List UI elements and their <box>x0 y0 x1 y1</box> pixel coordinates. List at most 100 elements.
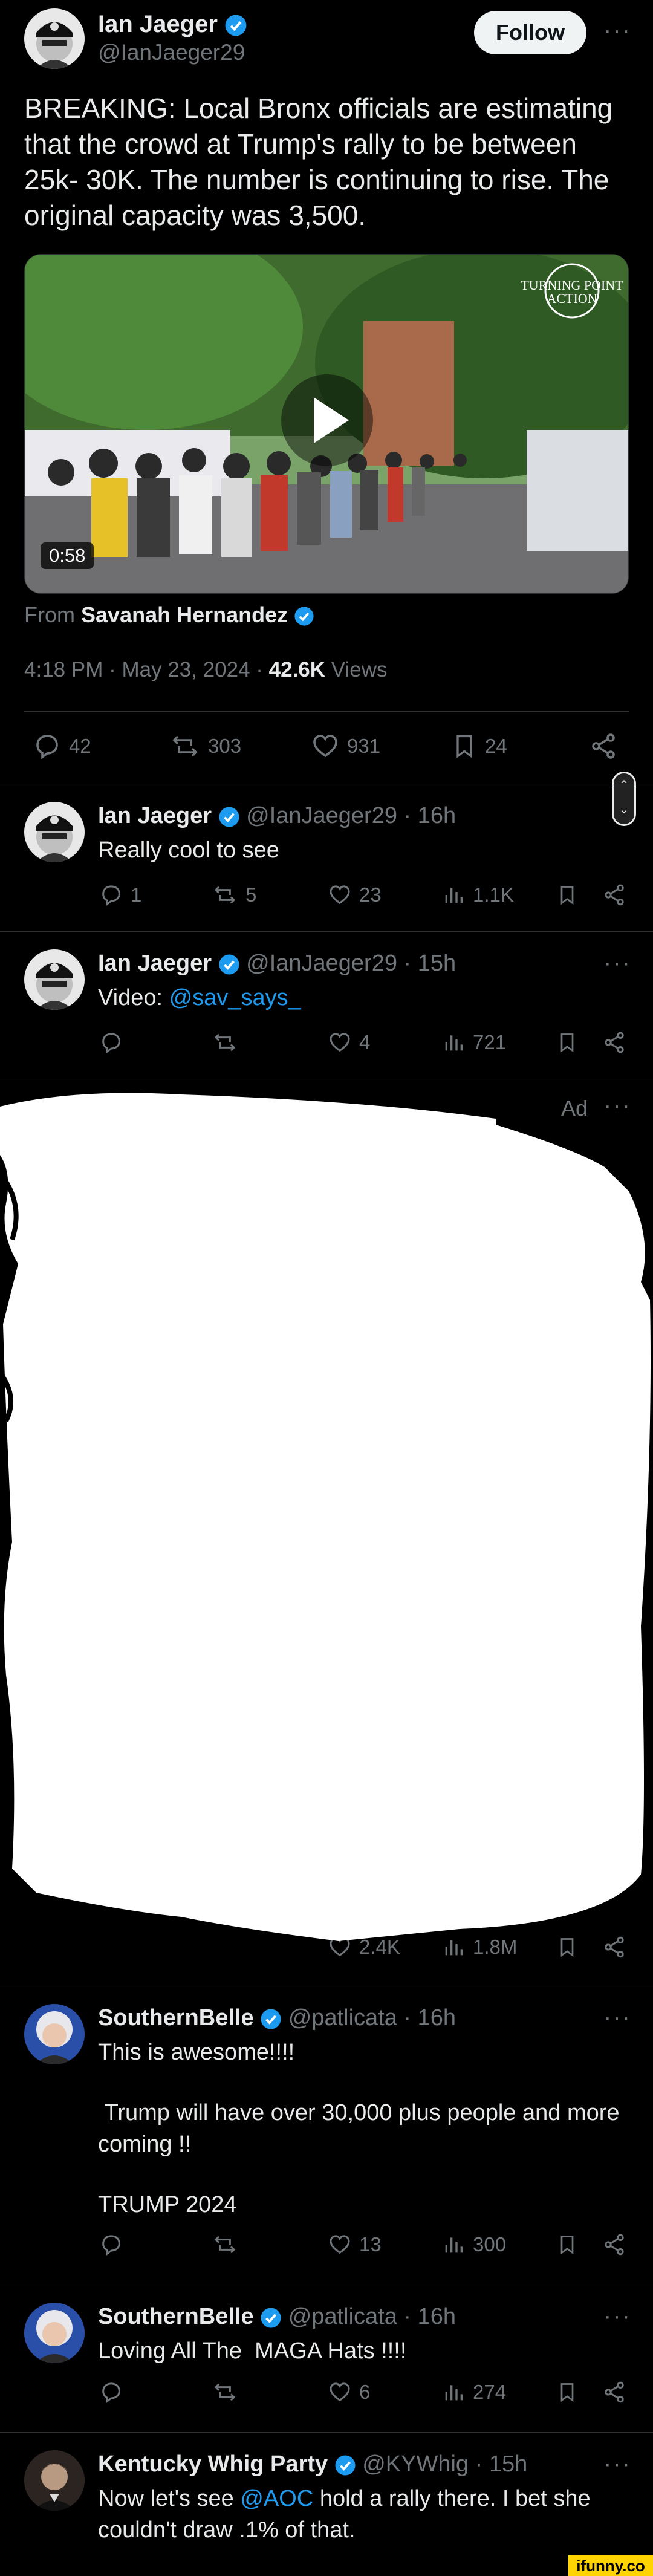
more-options-icon[interactable]: ··· <box>603 2004 631 2031</box>
bookmark-button[interactable] <box>556 2380 578 2404</box>
repost-count: 5 <box>245 883 257 906</box>
share-button[interactable] <box>602 1030 626 1055</box>
verified-badge-icon <box>261 2308 281 2328</box>
views-button[interactable]: 300 <box>441 2233 506 2257</box>
divider <box>0 931 653 932</box>
handle-time[interactable]: @IanJaeger29 · 15h <box>246 951 456 976</box>
author-handle[interactable]: @IanJaeger29 <box>98 40 245 65</box>
more-options-icon[interactable]: ··· <box>603 2303 631 2330</box>
reply-action-bar: 4 721 <box>0 1030 653 1067</box>
share-button[interactable] <box>602 2233 626 2257</box>
avatar[interactable] <box>24 802 85 862</box>
share-button[interactable] <box>602 2380 626 2404</box>
bookmark-button[interactable] <box>556 883 578 907</box>
reply-button[interactable] <box>99 1030 123 1055</box>
handle-time[interactable]: @IanJaeger29 · 16h <box>246 803 456 828</box>
repost-icon <box>214 2383 236 2401</box>
author-name-text[interactable]: Ian Jaeger <box>98 11 218 37</box>
video-thumbnail <box>25 255 628 593</box>
avatar-image <box>24 2450 85 2511</box>
more-options-icon[interactable]: ··· <box>603 2450 631 2477</box>
views-count: 1.1K <box>473 883 514 906</box>
reply-button[interactable]: 42 <box>33 732 91 761</box>
share-icon <box>592 733 615 759</box>
views-button[interactable]: 1.1K <box>441 883 514 907</box>
more-options-icon[interactable]: ··· <box>603 17 631 44</box>
reply-icon <box>36 735 58 759</box>
views-count: 300 <box>473 2233 507 2256</box>
handle-time[interactable]: @patlicata · 16h <box>288 2304 456 2329</box>
views-button[interactable]: 274 <box>441 2380 506 2404</box>
views-button[interactable]: 721 <box>441 1030 506 1055</box>
handle-time[interactable]: @KYWhig · 15h <box>362 2451 527 2477</box>
reply-text-prefix: Now let's see <box>98 2486 241 2511</box>
reply-icon <box>102 885 120 906</box>
avatar-image <box>24 2303 85 2363</box>
avatar[interactable] <box>24 8 85 69</box>
heart-icon <box>330 885 350 905</box>
verified-badge-icon <box>219 807 239 827</box>
author-name[interactable]: SouthernBelle <box>98 2005 254 2031</box>
follow-button[interactable]: Follow <box>474 11 586 54</box>
author-name[interactable]: Kentucky Whig Party <box>98 2451 328 2477</box>
avatar-image <box>24 2004 85 2064</box>
repost-button[interactable]: 303 <box>169 732 241 761</box>
repost-button[interactable]: 5 <box>212 883 256 907</box>
mention-link[interactable]: @AOC <box>240 2486 313 2511</box>
verified-badge-icon <box>261 2009 281 2029</box>
verified-badge-icon <box>225 15 247 36</box>
share-button[interactable] <box>602 883 626 907</box>
author-name[interactable]: Ian Jaeger <box>98 11 247 38</box>
views-count: 721 <box>473 1031 507 1053</box>
video-watermark: TURNING POINT ACTION <box>521 278 623 306</box>
avatar-image <box>24 802 85 862</box>
verified-badge-icon <box>219 954 239 975</box>
author-name[interactable]: Ian Jaeger <box>98 803 212 828</box>
reply-button[interactable] <box>99 2233 123 2257</box>
like-button[interactable]: 931 <box>311 732 380 761</box>
reply-button[interactable] <box>99 2380 123 2404</box>
bookmark-button[interactable]: 24 <box>451 732 507 761</box>
bookmark-button[interactable] <box>556 2233 578 2257</box>
like-button[interactable]: 6 <box>328 2380 370 2404</box>
views-chart-icon <box>445 2385 463 2401</box>
heart-icon <box>330 2235 350 2254</box>
repost-button[interactable] <box>212 2233 238 2257</box>
reply-header: Ian Jaeger @IanJaeger29 · 15h <box>98 951 456 977</box>
heart-icon <box>313 735 337 758</box>
video-player[interactable]: TURNING POINT ACTION 0:58 <box>24 254 629 594</box>
reply-text-prefix: Video: <box>98 985 169 1010</box>
author-name[interactable]: SouthernBelle <box>98 2304 254 2329</box>
verified-badge-icon <box>335 2455 356 2476</box>
views-label: Views <box>325 658 388 681</box>
handle-time[interactable]: @patlicata · 16h <box>288 2005 456 2031</box>
divider <box>24 711 629 712</box>
bookmark-icon <box>560 1033 574 1053</box>
timestamp-text[interactable]: 4:18 PM · May 23, 2024 · <box>24 658 269 681</box>
mention-link[interactable]: @sav_says_ <box>169 985 301 1010</box>
avatar[interactable] <box>24 2450 85 2511</box>
avatar[interactable] <box>24 949 85 1010</box>
reply-button[interactable]: 1 <box>99 883 141 907</box>
share-icon <box>605 1032 624 1053</box>
scroll-handle[interactable]: ⌃ ⌄ <box>612 772 636 826</box>
reply-text: Really cool to see <box>98 838 279 863</box>
reply-header: SouthernBelle @patlicata · 16h <box>98 2304 456 2330</box>
repost-button[interactable] <box>212 1030 238 1055</box>
like-count: 6 <box>359 2381 371 2403</box>
like-button[interactable]: 4 <box>328 1030 370 1055</box>
like-button[interactable]: 23 <box>328 883 382 907</box>
reply-text-line: Trump will have over 30,000 plus people … <box>98 2100 626 2157</box>
more-options-icon[interactable]: ··· <box>603 949 631 977</box>
bookmark-button[interactable] <box>556 1030 578 1055</box>
like-button[interactable]: 13 <box>328 2233 382 2257</box>
repost-button[interactable] <box>212 2380 238 2404</box>
heart-icon <box>330 2382 350 2402</box>
source-author-link[interactable]: Savanah Hernandez <box>81 602 288 627</box>
bookmark-icon <box>560 2383 574 2402</box>
author-name[interactable]: Ian Jaeger <box>98 951 212 976</box>
share-button[interactable] <box>589 732 618 761</box>
video-duration: 0:58 <box>41 542 94 569</box>
avatar[interactable] <box>24 2303 85 2363</box>
avatar[interactable] <box>24 2004 85 2064</box>
